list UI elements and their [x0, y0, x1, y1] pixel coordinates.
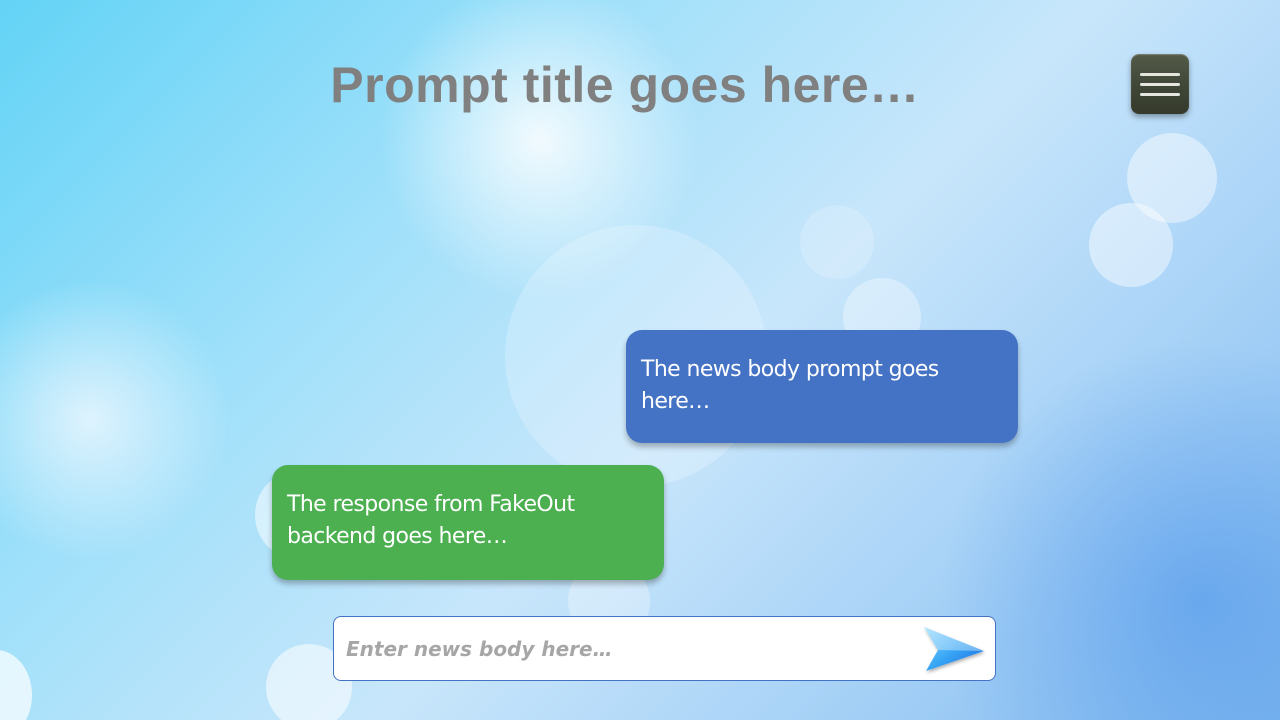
page-title: Prompt title goes here… [330, 57, 920, 113]
menu-button[interactable] [1131, 54, 1189, 114]
send-button[interactable] [920, 623, 988, 677]
prompt-message-bubble: The news body prompt goes here… [626, 330, 1018, 443]
response-message-text: The response from FakeOut backend goes h… [287, 492, 575, 549]
prompt-message-text: The news body prompt goes here… [641, 357, 939, 414]
background-bokeh [1127, 133, 1217, 223]
news-body-input[interactable] [346, 629, 906, 669]
response-message-bubble: The response from FakeOut backend goes h… [272, 465, 664, 580]
background-bokeh [800, 205, 874, 279]
news-input-bar [333, 616, 996, 681]
background-bokeh [1089, 203, 1173, 287]
background-bokeh [0, 650, 32, 720]
send-arrow-icon [924, 627, 984, 671]
